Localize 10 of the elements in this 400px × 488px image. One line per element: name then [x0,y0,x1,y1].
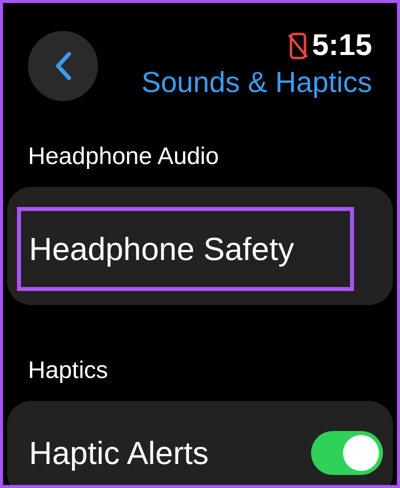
settings-row[interactable]: Haptic Alerts [7,401,393,485]
section-heading: Haptics [27,356,110,386]
section-heading: Headphone Audio [27,142,220,172]
row-label: Headphone Safety [17,207,354,292]
time: 5:15 [312,31,372,61]
row-label: Haptic Alerts [28,434,210,474]
settings-row[interactable]: Headphone Safety [7,187,393,306]
back-icon [54,51,72,81]
page-title: Sounds & Haptics [141,66,372,101]
toggle-switch[interactable] [311,431,383,476]
